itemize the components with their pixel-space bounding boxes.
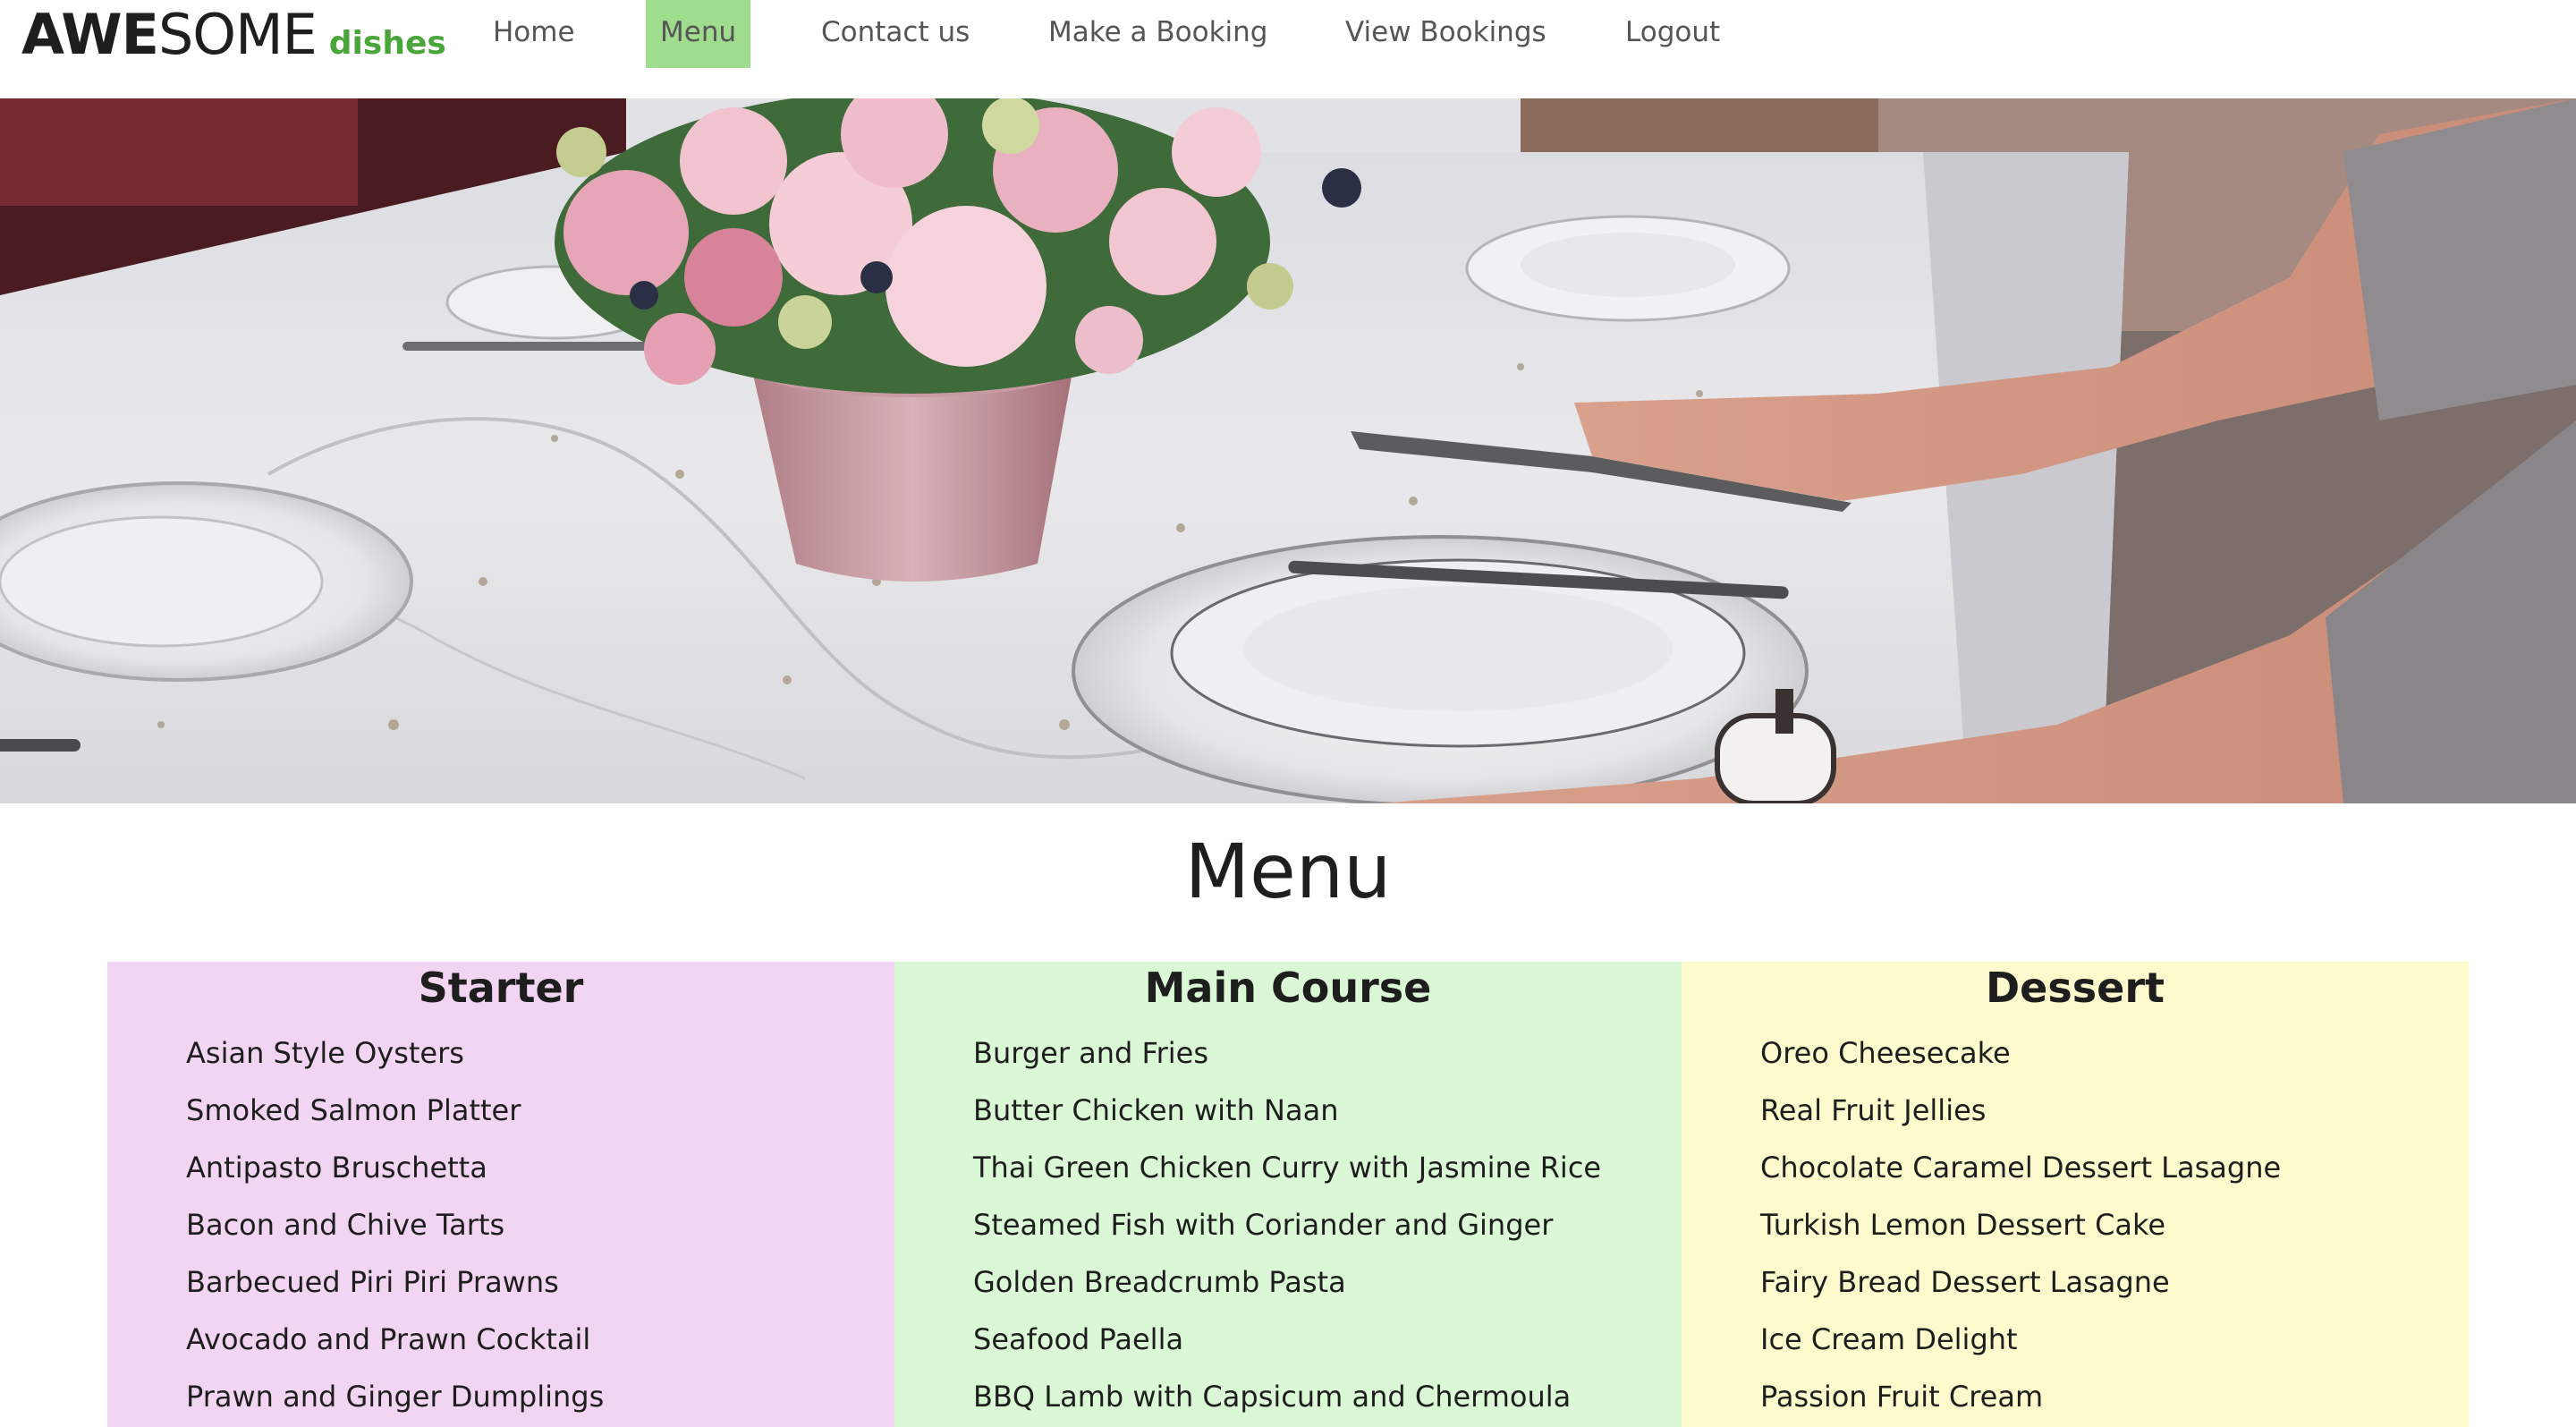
list-item: Passion Fruit Cream [1760,1380,2044,1414]
menu-title: Menu [1184,828,1392,915]
nav-item-make-a-booking[interactable]: Make a Booking [1048,0,1267,68]
list-item: Bacon and Chive Tarts [186,1208,505,1242]
starter-column: Starter Asian Style Oysters Smoked Salmo… [107,962,894,1427]
list-item: Prawn and Ginger Dumplings [186,1380,605,1414]
list-item: Ice Cream Delight [1760,1322,2018,1356]
logo-text-light: SOME [157,2,318,67]
table-setting-illustration [0,98,2576,803]
dessert-column: Dessert Oreo Cheesecake Real Fruit Jelli… [1682,962,2469,1427]
top-navigation-bar: AWE SOME dishes Home Menu Contact us Make … [0,0,2576,98]
dessert-list: Oreo Cheesecake Real Fruit Jellies Choco… [1682,1024,2469,1425]
list-item: Barbecued Piri Piri Prawns [186,1265,559,1299]
nav-item-logout[interactable]: Logout [1625,0,1720,68]
list-item: Thai Green Chicken Curry with Jasmine Ri… [973,1151,1602,1185]
list-item: Golden Breadcrumb Pasta [973,1265,1346,1299]
list-item: Avocado and Prawn Cocktail [186,1322,591,1356]
logo-text-bold: AWE [21,2,159,67]
logo-text-dishes: dishes [328,25,446,62]
menu-columns: Starter Asian Style Oysters Smoked Salmo… [107,962,2469,1427]
list-item: Turkish Lemon Dessert Cake [1760,1208,2166,1242]
nav-item-menu[interactable]: Menu [646,0,751,68]
main-course-column: Main Course Burger and Fries Butter Chic… [894,962,1682,1427]
nav-item-contact-us[interactable]: Contact us [821,0,970,68]
nav-item-view-bookings[interactable]: View Bookings [1345,0,1546,68]
list-item: Steamed Fish with Coriander and Ginger [973,1208,1554,1242]
list-item: Oreo Cheesecake [1760,1036,2011,1070]
nav-item-home[interactable]: Home [493,0,575,68]
site-logo[interactable]: AWE SOME dishes [21,2,446,67]
starter-heading: Starter [418,964,584,1012]
starter-list: Asian Style Oysters Smoked Salmon Platte… [107,1024,894,1425]
list-item: BBQ Lamb with Capsicum and Chermoula [973,1380,1572,1414]
list-item: Real Fruit Jellies [1760,1093,1987,1127]
main-course-list: Burger and Fries Butter Chicken with Naa… [894,1024,1682,1425]
main-course-heading: Main Course [1144,964,1432,1012]
list-item: Butter Chicken with Naan [973,1093,1339,1127]
list-item: Fairy Bread Dessert Lasagne [1760,1265,2170,1299]
list-item: Smoked Salmon Platter [186,1093,521,1127]
list-item: Antipasto Bruschetta [186,1151,487,1185]
list-item: Chocolate Caramel Dessert Lasagne [1760,1151,2282,1185]
hero-image [0,98,2576,803]
list-item: Burger and Fries [973,1036,1209,1070]
list-item: Seafood Paella [973,1322,1184,1356]
dessert-heading: Dessert [1985,964,2165,1012]
list-item: Asian Style Oysters [186,1036,464,1070]
